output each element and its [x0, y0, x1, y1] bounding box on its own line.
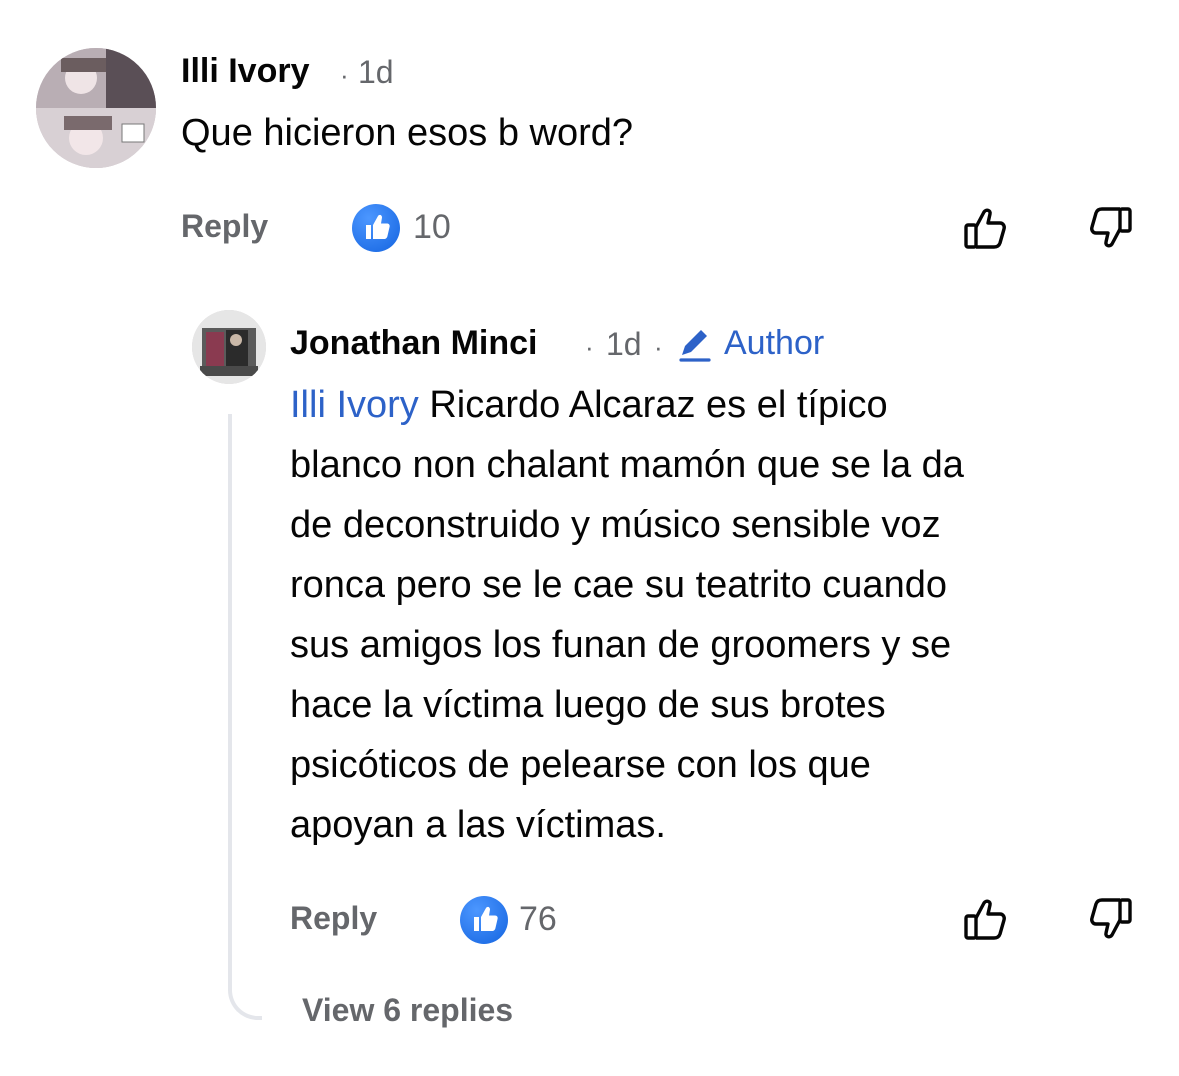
reply-text-line: Illi Ivory Ricardo Alcaraz es el típico [290, 375, 1150, 435]
avatar-image [36, 48, 156, 168]
thumbs-up-icon[interactable] [962, 203, 1012, 253]
comment-author-name[interactable]: Illi Ivory [181, 52, 310, 91]
mention-link[interactable]: Illi Ivory [290, 384, 419, 426]
avatar[interactable] [36, 48, 156, 168]
reply-button[interactable]: Reply [290, 900, 377, 937]
reply-author-name[interactable]: Jonathan Minci [290, 324, 537, 363]
reply-text-line: de deconstruido y músico sensible voz [290, 504, 941, 546]
reply-button[interactable]: Reply [181, 208, 268, 245]
reply-text-line-start: Ricardo Alcaraz es el típico [418, 384, 888, 426]
thumbs-down-icon[interactable] [1084, 203, 1134, 253]
reply-avatar-image [192, 310, 266, 384]
like-count[interactable]: 10 [413, 208, 451, 247]
comment-meta-separator: · [340, 60, 349, 90]
reply-meta-separator: · [585, 332, 594, 362]
pencil-icon [679, 330, 711, 362]
thumbs-up-icon[interactable] [962, 894, 1012, 944]
comment-text: Que hicieron esos b word? [181, 112, 634, 154]
reply-text-line: hace la víctima luego de sus brotes [290, 684, 886, 726]
reply-text-line: sus amigos los funan de groomers y se [290, 624, 952, 666]
reply-timestamp[interactable]: 1d [606, 326, 642, 363]
reply-text-line: ronca pero se le cae su teatrito cuando [290, 564, 947, 606]
author-badge-label: Author [724, 324, 825, 362]
like-badge-icon [352, 204, 400, 252]
reply-avatar[interactable] [192, 310, 266, 384]
thread-connector [228, 414, 262, 1020]
reply-meta-separator-2: · [654, 332, 663, 362]
author-badge: Author [679, 324, 825, 363]
like-badge-icon [460, 896, 508, 944]
reply-text-line: apoyan a las víctimas. [290, 804, 666, 846]
reply-like-count[interactable]: 76 [519, 900, 557, 939]
view-replies-button[interactable]: View 6 replies [302, 992, 513, 1029]
thumbs-down-icon[interactable] [1084, 894, 1134, 944]
reply-text-line: psicóticos de pelearse con los que [290, 744, 871, 786]
comment-timestamp[interactable]: 1d [358, 54, 394, 91]
reply-text: Illi Ivory Ricardo Alcaraz es el típico … [290, 375, 1150, 855]
reply-text-line: blanco non chalant mamón que se la da [290, 444, 964, 486]
